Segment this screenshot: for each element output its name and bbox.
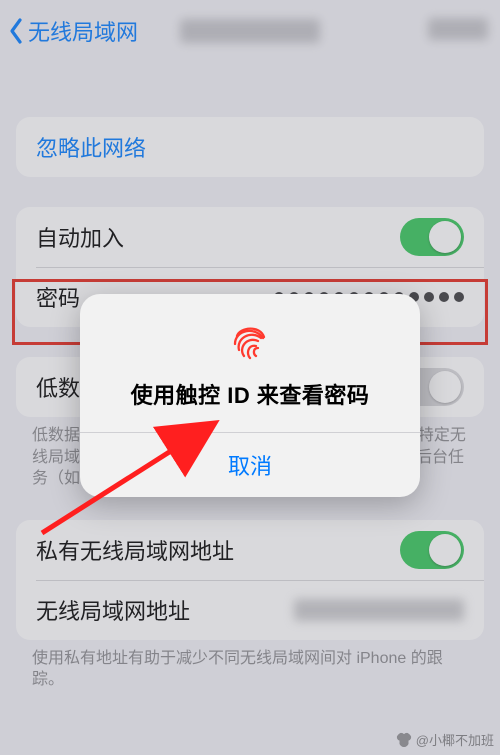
dialog-cancel-button[interactable]: 取消 [80, 432, 420, 497]
fingerprint-icon [226, 316, 274, 364]
modal-overlay: 使用触控 ID 来查看密码 取消 [0, 0, 500, 755]
paw-icon [396, 732, 412, 748]
dialog-body: 使用触控 ID 来查看密码 [80, 294, 420, 432]
dialog-title: 使用触控 ID 来查看密码 [98, 378, 402, 410]
touch-id-dialog: 使用触控 ID 来查看密码 取消 [80, 294, 420, 497]
watermark-text: @小椰不加班 [416, 730, 494, 749]
watermark: @小椰不加班 [396, 730, 494, 749]
